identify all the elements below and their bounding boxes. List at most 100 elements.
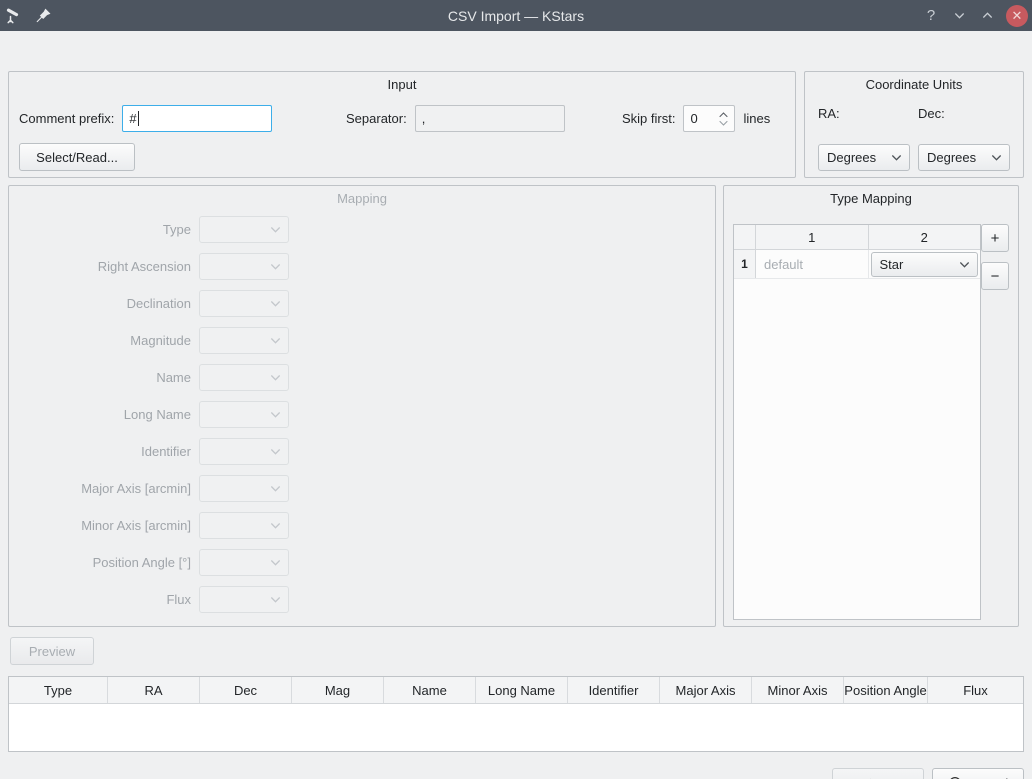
skip-first-label: Skip first: — [622, 111, 675, 126]
separator-input[interactable]: , — [415, 105, 565, 132]
chevron-down-icon — [958, 258, 971, 271]
type-mapping-table: 1 2 1 default Star — [733, 224, 981, 620]
preview-table: TypeRADecMagNameLong NameIdentifierMajor… — [8, 676, 1024, 752]
dec-units-combo[interactable]: Degrees — [918, 144, 1010, 171]
mapping-combo-major-axis-arcmin[interactable] — [199, 475, 289, 502]
mapping-label-long-name: Long Name — [9, 407, 199, 422]
mapping-combo-magnitude[interactable] — [199, 327, 289, 354]
skip-first-value: 0 — [690, 111, 718, 126]
mapping-row: Long Name — [9, 402, 715, 426]
mapping-combo-declination[interactable] — [199, 290, 289, 317]
ok-button[interactable]: OK — [832, 768, 924, 779]
mapping-label-type: Type — [9, 222, 199, 237]
mapping-combo-type[interactable] — [199, 216, 289, 243]
window-controls: ? ✕ — [918, 3, 1028, 29]
chevron-down-icon — [269, 445, 282, 458]
mapping-combo-flux[interactable] — [199, 586, 289, 613]
preview-column-type[interactable]: Type — [9, 677, 108, 703]
mapping-row: Magnitude — [9, 328, 715, 352]
mapping-row: Position Angle [°] — [9, 550, 715, 574]
comment-prefix-input[interactable]: # — [122, 105, 272, 132]
type-mapping-type-combo[interactable]: Star — [871, 252, 979, 277]
chevron-down-icon — [890, 151, 903, 164]
type-mapping-key-placeholder: default — [758, 257, 803, 272]
mapping-group-title: Mapping — [9, 191, 715, 206]
preview-column-position-angle[interactable]: Position Angle — [844, 677, 928, 703]
chevron-down-icon — [269, 593, 282, 606]
preview-column-long-name[interactable]: Long Name — [476, 677, 568, 703]
chevron-down-icon — [269, 334, 282, 347]
chevron-down-icon — [269, 223, 282, 236]
chevron-down-icon — [269, 519, 282, 532]
dec-units-value: Degrees — [927, 150, 986, 165]
mapping-row: Right Ascension — [9, 254, 715, 278]
mapping-label-magnitude: Magnitude — [9, 333, 199, 348]
chevron-down-icon — [269, 297, 282, 310]
preview-column-minor-axis[interactable]: Minor Axis — [752, 677, 844, 703]
preview-column-ra[interactable]: RA — [108, 677, 200, 703]
table-row[interactable]: 1 default Star — [734, 250, 980, 279]
minimize-icon[interactable] — [946, 3, 972, 29]
chevron-down-icon — [990, 151, 1003, 164]
type-mapping-type-cell[interactable]: Star — [869, 250, 981, 278]
mapping-row: Flux — [9, 587, 715, 611]
preview-column-major-axis[interactable]: Major Axis — [660, 677, 752, 703]
mapping-label-position-angle: Position Angle [°] — [9, 555, 199, 570]
mapping-row: Major Axis [arcmin] — [9, 476, 715, 500]
mapping-label-name: Name — [9, 370, 199, 385]
preview-table-body — [9, 704, 1023, 751]
ra-units-combo[interactable]: Degrees — [818, 144, 910, 171]
spin-up-icon — [718, 111, 729, 119]
chevron-down-icon — [269, 371, 282, 384]
ra-label: RA: — [818, 106, 840, 121]
mapping-label-identifier: Identifier — [9, 444, 199, 459]
preview-column-flux[interactable]: Flux — [928, 677, 1023, 703]
input-group-title: Input — [9, 77, 795, 92]
dec-label: Dec: — [918, 106, 945, 121]
separator-value: , — [422, 111, 426, 126]
comment-prefix-label: Comment prefix: — [19, 111, 114, 126]
add-type-mapping-button[interactable]: + — [981, 224, 1009, 252]
preview-column-mag[interactable]: Mag — [292, 677, 384, 703]
cancel-button[interactable]: Cancel — [932, 768, 1024, 779]
mapping-combo-identifier[interactable] — [199, 438, 289, 465]
table-corner — [734, 225, 756, 249]
window-title: CSV Import — KStars — [0, 8, 1032, 24]
dialog-buttons: OK Cancel — [832, 768, 1024, 779]
title-bar: CSV Import — KStars ? ✕ — [0, 0, 1032, 31]
type-mapping-group: Type Mapping 1 2 1 default Star — [723, 185, 1019, 627]
type-mapping-header: 1 2 — [734, 225, 980, 250]
type-mapping-key-cell[interactable]: default — [756, 250, 869, 278]
mapping-label-flux: Flux — [9, 592, 199, 607]
chevron-down-icon — [269, 408, 282, 421]
preview-button[interactable]: Preview — [10, 637, 94, 665]
maximize-icon[interactable] — [974, 3, 1000, 29]
mapping-row: Type — [9, 217, 715, 241]
skip-first-spinbox[interactable]: 0 — [683, 105, 735, 132]
spinbox-buttons[interactable] — [718, 111, 734, 127]
type-mapping-col-2[interactable]: 2 — [869, 225, 981, 249]
mapping-combo-long-name[interactable] — [199, 401, 289, 428]
type-mapping-col-1[interactable]: 1 — [756, 225, 869, 249]
mapping-combo-position-angle[interactable] — [199, 549, 289, 576]
mapping-combo-minor-axis-arcmin[interactable] — [199, 512, 289, 539]
ok-button-label: OK — [879, 776, 898, 779]
csv-import-dialog: Input Comment prefix: # Separator: , Ski… — [0, 31, 1032, 779]
mapping-combo-right-ascension[interactable] — [199, 253, 289, 280]
chevron-down-icon — [269, 482, 282, 495]
comment-prefix-value: # — [129, 111, 136, 126]
select-read-button[interactable]: Select/Read... — [19, 143, 135, 171]
telescope-icon — [6, 7, 24, 25]
remove-type-mapping-button[interactable]: − — [981, 262, 1009, 290]
preview-column-name[interactable]: Name — [384, 677, 476, 703]
mapping-label-major-axis-arcmin: Major Axis [arcmin] — [9, 481, 199, 496]
pin-icon[interactable] — [34, 7, 52, 25]
mapping-combo-name[interactable] — [199, 364, 289, 391]
chevron-down-icon — [269, 556, 282, 569]
spin-down-icon — [718, 119, 729, 127]
mapping-row: Declination — [9, 291, 715, 315]
preview-column-dec[interactable]: Dec — [200, 677, 292, 703]
help-button[interactable]: ? — [918, 3, 944, 29]
close-icon[interactable]: ✕ — [1006, 5, 1028, 27]
preview-column-identifier[interactable]: Identifier — [568, 677, 660, 703]
